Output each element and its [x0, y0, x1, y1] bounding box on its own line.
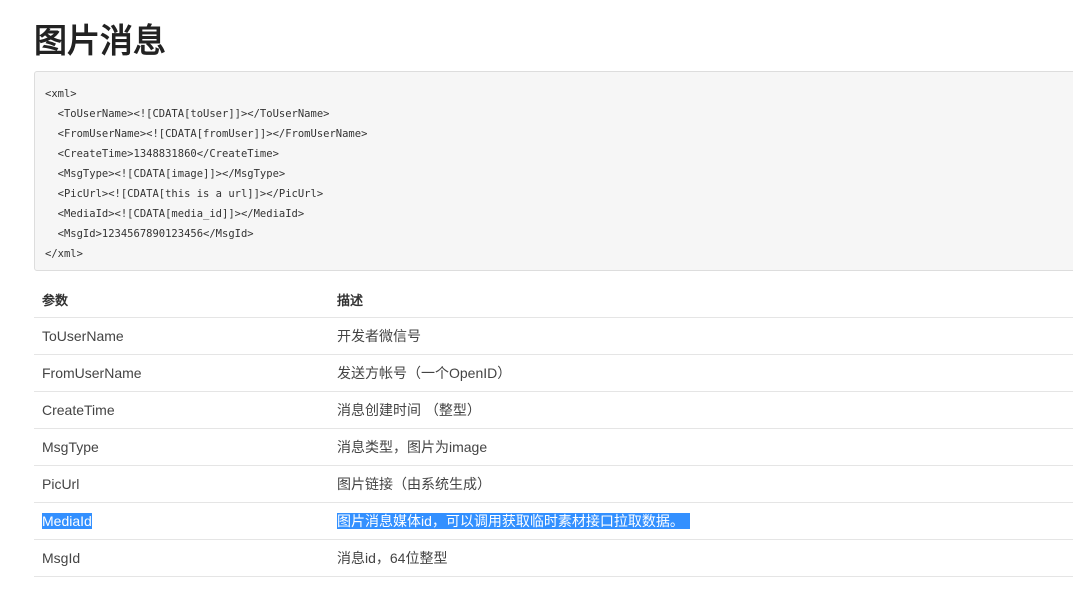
parameters-table: 参数 描述 ToUserName 开发者微信号 FromUserName 发送方… — [34, 281, 1073, 577]
description-cell: 发送方帐号（一个OpenID） — [329, 354, 1073, 392]
param-description: 发送方帐号（一个OpenID） — [337, 365, 512, 381]
table-row: FromUserName 发送方帐号（一个OpenID） — [34, 354, 1073, 392]
param-name: PicUrl — [42, 476, 80, 492]
code-line: <PicUrl><![CDATA[this is a url]]></PicUr… — [45, 188, 324, 200]
table-row: MsgId 消息id，64位整型 — [34, 539, 1073, 577]
code-line: <ToUserName><![CDATA[toUser]]></ToUserNa… — [45, 108, 330, 120]
param-description: 开发者微信号 — [337, 328, 421, 344]
description-cell: 图片消息媒体id，可以调用获取临时素材接口拉取数据。 — [329, 502, 1073, 540]
param-description: 图片链接（由系统生成） — [337, 476, 491, 492]
param-cell: FromUserName — [34, 354, 329, 392]
description-cell: 消息类型，图片为image — [329, 428, 1073, 466]
param-cell: MediaId — [34, 502, 329, 540]
description-cell: 消息id，64位整型 — [329, 539, 1073, 577]
column-header-param: 参数 — [34, 281, 329, 318]
param-description: 消息id，64位整型 — [337, 550, 448, 566]
selected-param-description[interactable]: 图片消息媒体id，可以调用获取临时素材接口拉取数据。 — [337, 513, 690, 529]
param-cell: MsgId — [34, 539, 329, 577]
table-row: CreateTime 消息创建时间 （整型） — [34, 391, 1073, 429]
param-name: CreateTime — [42, 402, 115, 418]
page-title: 图片消息 — [34, 22, 166, 59]
param-cell: CreateTime — [34, 391, 329, 429]
xml-code-block: <xml> <ToUserName><![CDATA[toUser]]></To… — [34, 71, 1073, 271]
description-cell: 图片链接（由系统生成） — [329, 465, 1073, 503]
param-description: 消息类型，图片为image — [337, 439, 488, 455]
param-name: FromUserName — [42, 365, 142, 381]
code-line: <MsgId>1234567890123456</MsgId> — [45, 228, 254, 240]
code-line: <CreateTime>1348831860</CreateTime> — [45, 148, 279, 160]
code-line: </xml> — [45, 248, 83, 260]
table-row: MsgType 消息类型，图片为image — [34, 428, 1073, 466]
table-row: ToUserName 开发者微信号 — [34, 317, 1073, 355]
param-cell: MsgType — [34, 428, 329, 466]
param-cell: ToUserName — [34, 317, 329, 355]
selected-param-name[interactable]: MediaId — [42, 513, 92, 529]
param-name: ToUserName — [42, 328, 124, 344]
param-name: MsgType — [42, 439, 99, 455]
description-cell: 消息创建时间 （整型） — [329, 391, 1073, 429]
table-row-selected: MediaId 图片消息媒体id，可以调用获取临时素材接口拉取数据。 — [34, 502, 1073, 540]
column-header-description: 描述 — [329, 281, 1073, 318]
param-description: 消息创建时间 （整型） — [337, 402, 481, 418]
table-header-row: 参数 描述 — [34, 281, 1073, 318]
code-line: <xml> — [45, 88, 77, 100]
description-cell: 开发者微信号 — [329, 317, 1073, 355]
code-line: <FromUserName><![CDATA[fromUser]]></From… — [45, 128, 368, 140]
document-page: 图片消息 <xml> <ToUserName><![CDATA[toUser]]… — [0, 0, 1073, 593]
table-row: PicUrl 图片链接（由系统生成） — [34, 465, 1073, 503]
code-line: <MsgType><![CDATA[image]]></MsgType> — [45, 168, 286, 180]
code-line: <MediaId><![CDATA[media_id]]></MediaId> — [45, 208, 305, 220]
param-cell: PicUrl — [34, 465, 329, 503]
param-name: MsgId — [42, 550, 81, 566]
